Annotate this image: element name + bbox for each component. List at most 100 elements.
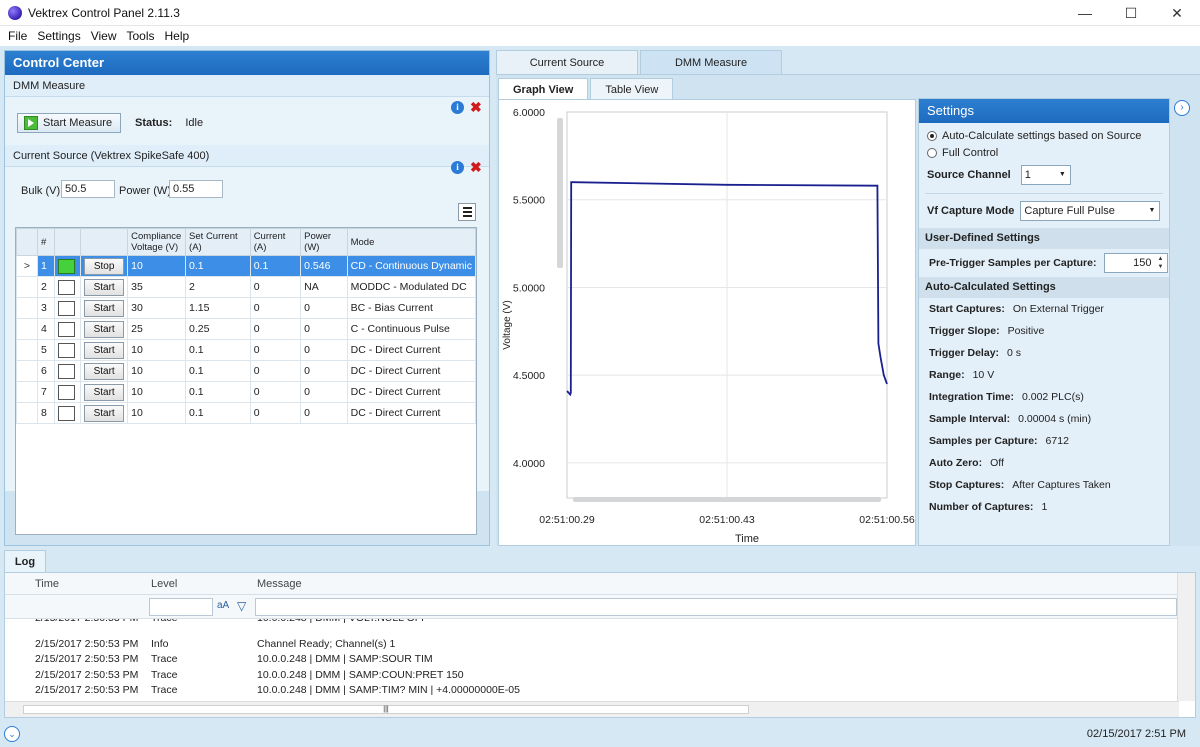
log-col-message[interactable]: Message xyxy=(257,578,302,590)
col-power[interactable]: Power (W) xyxy=(300,228,348,256)
start-measure-button[interactable]: Start Measure xyxy=(17,113,121,133)
row-mode[interactable]: CD - Continuous Dynamic xyxy=(346,255,477,277)
collapse-settings-icon[interactable]: › xyxy=(1174,100,1190,116)
row-marker[interactable] xyxy=(16,381,38,403)
col-num[interactable]: # xyxy=(36,228,56,256)
current-source-info-icon[interactable]: i xyxy=(451,161,464,174)
col-mode[interactable]: Mode xyxy=(346,228,477,256)
row-mode[interactable]: DC - Direct Current xyxy=(346,402,477,424)
radio-auto-calculate[interactable]: Auto-Calculate settings based on Source xyxy=(919,127,1169,144)
expand-icon[interactable]: ⌄ xyxy=(4,726,20,742)
log-vertical-scrollbar[interactable] xyxy=(1177,573,1195,701)
stop-channel-button[interactable]: Stop xyxy=(84,257,125,275)
table-row[interactable]: 3 Start 30 1.15 0 0 BC - Bias Current xyxy=(16,297,477,319)
table-row[interactable]: 2 Start 35 2 0 NA MODDC - Modulated DC xyxy=(16,276,477,298)
minimize-button[interactable]: — xyxy=(1062,0,1108,26)
log-row[interactable]: 2/15/2017 2:50:53 PM Trace 10.0.0.248 | DM… xyxy=(5,652,1179,667)
row-set-current[interactable]: 1.15 xyxy=(185,297,251,319)
bulk-input[interactable]: 50.5 xyxy=(61,180,115,198)
filter-icon[interactable]: ▽ xyxy=(237,599,246,613)
row-compliance-voltage[interactable]: 10 xyxy=(127,381,187,403)
start-channel-button[interactable]: Start xyxy=(84,383,125,401)
row-marker[interactable] xyxy=(16,276,38,298)
match-case-icon[interactable]: aA xyxy=(217,600,229,611)
row-set-current[interactable]: 0.1 xyxy=(185,381,251,403)
source-channel-select[interactable]: 1 ▼ xyxy=(1020,165,1071,185)
start-channel-button[interactable]: Start xyxy=(84,341,125,359)
start-channel-button[interactable]: Start xyxy=(84,278,125,296)
row-mode[interactable]: MODDC - Modulated DC xyxy=(346,276,477,298)
log-scroll-thumb[interactable]: ||| xyxy=(23,705,749,714)
col-compliance-voltage[interactable]: Compliance Voltage (V) xyxy=(127,228,187,256)
spin-up-icon[interactable]: ▲ xyxy=(1154,255,1166,263)
menu-view[interactable]: View xyxy=(91,29,117,43)
row-mode[interactable]: DC - Direct Current xyxy=(346,339,477,361)
log-row[interactable]: 2/15/2017 2:50:53 PM Trace 10.0.0.248 | DM… xyxy=(5,619,1179,627)
tab-dmm-measure[interactable]: DMM Measure xyxy=(640,50,782,75)
row-mode[interactable]: DC - Direct Current xyxy=(346,360,477,382)
message-filter-input[interactable] xyxy=(255,598,1177,616)
menu-settings[interactable]: Settings xyxy=(37,29,80,43)
row-mode[interactable]: DC - Direct Current xyxy=(346,381,477,403)
row-marker[interactable] xyxy=(16,318,38,340)
row-set-current[interactable]: 0.1 xyxy=(185,255,251,277)
menu-tools[interactable]: Tools xyxy=(127,29,155,43)
row-marker[interactable] xyxy=(16,360,38,382)
table-row[interactable]: 5 Start 10 0.1 0 0 DC - Direct Current xyxy=(16,339,477,361)
start-channel-button[interactable]: Start xyxy=(84,404,125,422)
row-compliance-voltage[interactable]: 30 xyxy=(127,297,187,319)
dmm-info-icon[interactable]: i xyxy=(451,101,464,114)
row-set-current[interactable]: 0.1 xyxy=(185,360,251,382)
row-mode[interactable]: BC - Bias Current xyxy=(346,297,477,319)
dmm-remove-icon[interactable]: ✖ xyxy=(470,100,482,114)
row-marker[interactable] xyxy=(16,402,38,424)
close-window-button[interactable]: ✕ xyxy=(1154,0,1200,26)
row-set-current[interactable]: 0.25 xyxy=(185,318,251,340)
row-marker[interactable]: > xyxy=(16,255,38,277)
row-marker[interactable] xyxy=(16,297,38,319)
tab-graph-view[interactable]: Graph View xyxy=(498,78,589,100)
voltage-chart[interactable]: 6.0000 5.5000 5.0000 4.5000 4.0000 02:51:00.2… xyxy=(499,100,917,547)
vf-capture-select[interactable]: Capture Full Pulse ▼ xyxy=(1020,201,1161,221)
menu-help[interactable]: Help xyxy=(165,29,190,43)
spin-down-icon[interactable]: ▼ xyxy=(1154,263,1166,271)
table-row[interactable]: 4 Start 25 0.25 0 0 C - Continuous Pulse xyxy=(16,318,477,340)
radio-full-dot[interactable] xyxy=(927,147,937,158)
row-set-current[interactable]: 2 xyxy=(185,276,251,298)
start-channel-button[interactable]: Start xyxy=(84,320,125,338)
radio-full-control[interactable]: Full Control xyxy=(919,144,1169,161)
log-row[interactable]: 2/15/2017 2:50:53 PM Trace 10.0.0.248 | DM… xyxy=(5,668,1179,683)
start-channel-button[interactable]: Start xyxy=(84,362,125,380)
row-compliance-voltage[interactable]: 35 xyxy=(127,276,187,298)
current-source-remove-icon[interactable]: ✖ xyxy=(470,160,482,174)
table-row[interactable]: 7 Start 10 0.1 0 0 DC - Direct Current xyxy=(16,381,477,403)
row-compliance-voltage[interactable]: 10 xyxy=(127,402,187,424)
table-row[interactable]: >1 Stop 10 0.1 0.1 0.546 CD - Continuous Dynam… xyxy=(16,255,477,277)
tab-current-source[interactable]: Current Source xyxy=(496,50,638,75)
table-row[interactable]: 6 Start 10 0.1 0 0 DC - Direct Current xyxy=(16,360,477,382)
maximize-button[interactable]: ☐ xyxy=(1108,0,1154,26)
row-compliance-voltage[interactable]: 25 xyxy=(127,318,187,340)
tab-log[interactable]: Log xyxy=(4,550,46,572)
power-input[interactable]: 0.55 xyxy=(169,180,223,198)
log-col-level[interactable]: Level xyxy=(151,578,177,590)
grid-menu-button[interactable] xyxy=(458,203,476,221)
radio-auto-dot[interactable] xyxy=(927,130,937,141)
log-horizontal-scrollbar[interactable]: ||| xyxy=(5,701,1179,717)
menu-file[interactable]: File xyxy=(8,29,27,43)
col-set-current[interactable]: Set Current (A) xyxy=(185,228,251,256)
row-set-current[interactable]: 0.1 xyxy=(185,339,251,361)
row-set-current[interactable]: 0.1 xyxy=(185,402,251,424)
row-marker[interactable] xyxy=(16,339,38,361)
row-mode[interactable]: C - Continuous Pulse xyxy=(346,318,477,340)
row-compliance-voltage[interactable]: 10 xyxy=(127,339,187,361)
log-col-time[interactable]: Time xyxy=(35,578,59,590)
level-filter-input[interactable] xyxy=(149,598,213,616)
log-row[interactable]: 2/15/2017 2:50:53 PM Info Channel Ready; C… xyxy=(5,637,1179,652)
row-compliance-voltage[interactable]: 10 xyxy=(127,360,187,382)
table-row[interactable]: 8 Start 10 0.1 0 0 DC - Direct Current xyxy=(16,402,477,424)
col-current[interactable]: Current (A) xyxy=(249,228,302,256)
log-row[interactable]: 2/15/2017 2:50:53 PM Trace 10.0.0.248 | DM… xyxy=(5,683,1179,698)
start-channel-button[interactable]: Start xyxy=(84,299,125,317)
row-compliance-voltage[interactable]: 10 xyxy=(127,255,187,277)
